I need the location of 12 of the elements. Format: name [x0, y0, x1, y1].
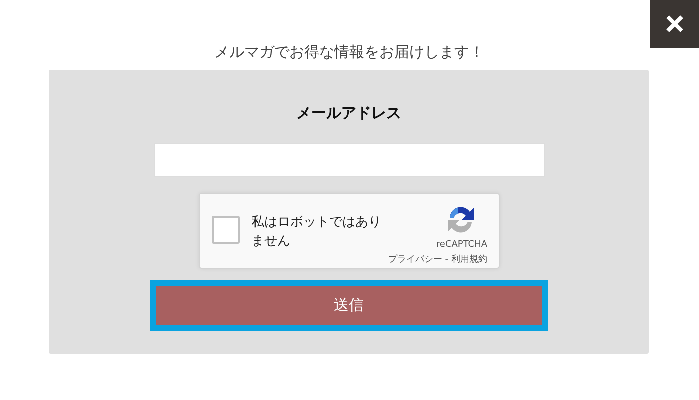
close-button[interactable]	[650, 0, 699, 48]
privacy-link[interactable]: プライバシー	[388, 254, 442, 267]
close-icon	[664, 14, 684, 34]
field-label: メールアドレス	[296, 103, 402, 124]
separator-text: -	[445, 254, 448, 266]
email-field[interactable]	[154, 142, 544, 176]
captcha-checkbox[interactable]	[212, 216, 240, 244]
submit-button[interactable]: 送信	[150, 280, 548, 330]
heading: メルマガでお得な情報をお届けします！	[214, 42, 486, 63]
terms-link[interactable]: 利用規約	[452, 254, 488, 267]
brand-text: reCAPTCHA	[436, 238, 488, 252]
captcha-text: 私はロボットではありません	[252, 214, 382, 250]
